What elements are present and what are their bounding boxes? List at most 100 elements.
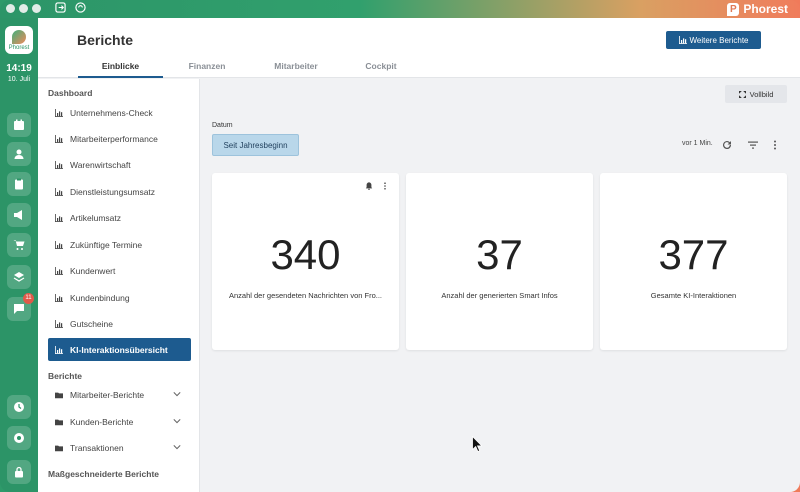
rail-reports-button[interactable] (7, 265, 31, 289)
metric-label: Anzahl der gesendeten Nachrichten von Fr… (228, 291, 382, 300)
sidebar-item-label: Kundenwert (70, 265, 116, 276)
sidebar-group-mitarbeiter-berichte[interactable]: Mitarbeiter-Berichte (48, 383, 191, 406)
messages-badge: 11 (23, 293, 34, 304)
sidebar-item-zukuenftige-termine[interactable]: Zukünftige Termine (48, 233, 191, 256)
chart-icon (55, 293, 63, 302)
more-reports-label: Weitere Berichte (689, 35, 749, 45)
brand-name: Phorest (743, 2, 788, 16)
more-options-icon[interactable] (769, 138, 781, 150)
bar-chart-icon (678, 36, 687, 44)
close-window-button[interactable] (6, 4, 15, 13)
rail-clients-button[interactable] (7, 142, 31, 166)
exit-icon[interactable] (53, 2, 67, 16)
rail-lock-button[interactable] (7, 460, 31, 484)
sidebar-item-label: Dienstleistungsumsatz (70, 186, 156, 197)
chart-icon (55, 134, 63, 143)
sidebar-group-transaktionen[interactable]: Transaktionen (48, 436, 191, 459)
chart-icon (55, 266, 63, 275)
sidebar-group-label: Kunden-Berichte (70, 416, 134, 427)
bell-icon[interactable] (365, 182, 373, 190)
sidebar-group-label: Mitarbeiter-Berichte (70, 389, 145, 400)
metric-value: 37 (476, 231, 523, 278)
sidebar-item-warenwirtschaft[interactable]: Warenwirtschaft (48, 153, 191, 176)
rail-sales-button[interactable] (7, 233, 31, 257)
tab-finanzen[interactable]: Finanzen (163, 59, 251, 78)
date-filter-chip[interactable]: Seit Jahresbeginn (212, 134, 299, 156)
tab-cockpit[interactable]: Cockpit (341, 59, 421, 78)
rail-messages-button[interactable]: 11 (7, 293, 34, 321)
metric-value: 377 (658, 231, 729, 278)
cart-icon (13, 240, 25, 250)
chart-icon (55, 213, 63, 222)
sidebar-item-kundenbindung[interactable]: Kundenbindung (48, 286, 191, 309)
sidebar-item-ki-interaktionsuebersicht[interactable]: KI-Interaktionsübersicht (48, 338, 191, 361)
sidebar-item-label: Unternehmens-Check (70, 107, 153, 118)
refresh-icon[interactable] (721, 138, 733, 150)
metric-value: 340 (270, 231, 341, 278)
sidebar-item-mitarbeiterperformance[interactable]: Mitarbeiterperformance (48, 127, 191, 150)
date-filter-label: Datum (212, 122, 233, 129)
sidebar-item-dienstleistungsumsatz[interactable]: Dienstleistungsumsatz (48, 180, 191, 203)
fullscreen-label: Vollbild (749, 89, 774, 99)
rail-time-clock-button[interactable] (7, 395, 31, 419)
person-icon (14, 149, 24, 159)
chevron-down-icon (173, 445, 181, 450)
custom-reports-heading: Maßgeschneiderte Berichte (48, 469, 160, 479)
chevron-down-icon (173, 419, 181, 424)
sidebar-group-kunden-berichte[interactable]: Kunden-Berichte (48, 410, 191, 433)
clock-time: 14:19 (6, 63, 32, 74)
phorest-logo-icon (12, 29, 26, 44)
metric-card-ai-interactions: 377 Gesamte KI-Interaktionen (600, 173, 787, 350)
mouse-cursor-icon (472, 436, 482, 452)
layers-icon (13, 272, 25, 282)
logo-text: Phorest (8, 44, 30, 51)
reports-sidebar: Dashboard Unternehmens-Check Mitarbeiter… (38, 79, 200, 492)
rail-support-button[interactable] (7, 426, 31, 450)
more-reports-button[interactable]: Weitere Berichte (666, 31, 761, 49)
brand-logo-icon: P (727, 2, 740, 16)
clock-icon (14, 402, 24, 412)
chevron-down-icon (173, 392, 181, 397)
folder-icon (55, 392, 63, 398)
zoom-window-button[interactable] (32, 4, 41, 13)
minimize-window-button[interactable] (19, 4, 28, 13)
sidebar-item-kundenwert[interactable]: Kundenwert (48, 259, 191, 282)
clipboard-icon (15, 178, 23, 190)
sidebar-item-artikelumsatz[interactable]: Artikelumsatz (48, 206, 191, 229)
rail-tasks-button[interactable] (7, 172, 31, 196)
chart-icon (55, 187, 63, 196)
title-bar: P Phorest (0, 0, 800, 18)
sidebar-item-label: Mitarbeiterperformance (70, 133, 158, 144)
clock-date: 10. Juli (7, 76, 31, 83)
sidebar-item-label: KI-Interaktionsübersicht (70, 344, 168, 355)
sidebar-item-label: Artikelumsatz (70, 212, 122, 223)
card-more-icon[interactable] (381, 182, 389, 190)
metric-card-smart-infos: 37 Anzahl der generierten Smart Infos (406, 173, 593, 350)
chart-icon (55, 319, 63, 328)
folder-icon (55, 419, 63, 425)
tab-bar: Einblicke Finanzen Mitarbeiter Cockpit (78, 59, 421, 78)
metric-label: Anzahl der generierten Smart Infos (441, 291, 558, 300)
sidebar-item-gutscheine[interactable]: Gutscheine (48, 312, 191, 335)
metric-card-messages: 340 Anzahl der gesendeten Nachrichten vo… (212, 173, 399, 350)
card-actions (365, 182, 389, 190)
sync-icon[interactable] (73, 2, 87, 16)
main-panel: Berichte Weitere Berichte Einblicke Fina… (38, 18, 800, 492)
sidebar-item-label: Kundenbindung (70, 292, 130, 303)
brand: P Phorest (727, 1, 788, 17)
rail-calendar-button[interactable] (7, 113, 31, 137)
app-logo[interactable]: Phorest (5, 26, 33, 54)
last-refresh-text: vor 1 Min. (682, 140, 713, 147)
rail-marketing-button[interactable] (7, 203, 31, 227)
fullscreen-button[interactable]: Vollbild (725, 85, 787, 103)
sidebar-item-label: Zukünftige Termine (70, 239, 143, 250)
chart-icon (55, 108, 63, 117)
tab-mitarbeiter[interactable]: Mitarbeiter (251, 59, 341, 78)
reports-heading: Berichte (48, 371, 83, 381)
chat-icon (14, 304, 24, 314)
sidebar-item-unternehmens-check[interactable]: Unternehmens-Check (48, 101, 191, 124)
folder-icon (55, 445, 63, 451)
chart-icon (55, 345, 63, 354)
tab-einblicke[interactable]: Einblicke (78, 59, 163, 78)
